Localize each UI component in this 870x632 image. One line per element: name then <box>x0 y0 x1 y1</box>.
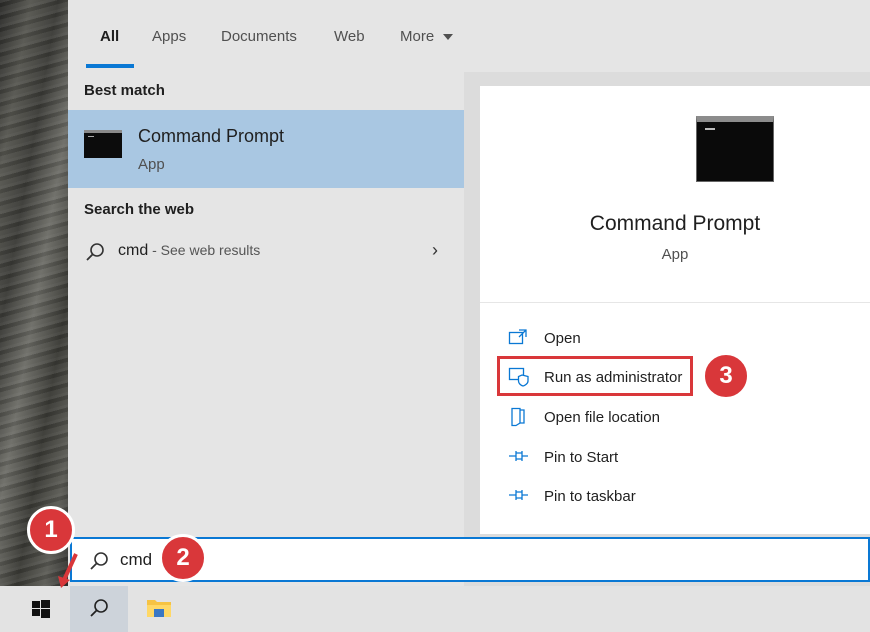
tab-more[interactable]: More <box>400 28 454 45</box>
action-pin-to-taskbar-label: Pin to taskbar <box>544 488 636 505</box>
web-result-row[interactable]: cmd - See web results › <box>68 232 464 274</box>
action-open[interactable]: Open <box>508 324 708 354</box>
best-match-result[interactable]: Command Prompt App <box>68 110 464 188</box>
file-explorer-button[interactable] <box>128 586 186 632</box>
results-list: Best match Command Prompt App Search the… <box>68 72 464 586</box>
active-tab-indicator <box>86 64 134 68</box>
best-match-subtitle: App <box>138 156 165 173</box>
search-icon <box>90 552 108 570</box>
step-3-badge: 3 <box>702 352 750 400</box>
tab-documents[interactable]: Documents <box>221 28 297 45</box>
preview-divider <box>480 302 870 303</box>
action-pin-to-taskbar[interactable]: Pin to taskbar <box>508 482 708 512</box>
command-prompt-icon <box>84 130 122 158</box>
web-result-query: cmd <box>118 242 149 259</box>
command-prompt-large-icon <box>696 116 774 182</box>
step-1-badge: 1 <box>27 506 75 554</box>
desktop-wallpaper <box>0 0 68 586</box>
preview-title: Command Prompt <box>589 212 761 235</box>
taskbar <box>0 586 870 632</box>
taskbar-search-button[interactable] <box>70 586 128 632</box>
run-as-administrator-highlight <box>497 356 693 396</box>
tab-web[interactable]: Web <box>334 28 365 45</box>
pin-icon <box>509 451 528 461</box>
pin-icon <box>509 490 528 500</box>
action-open-label: Open <box>544 330 581 347</box>
tab-apps[interactable]: Apps <box>152 28 186 45</box>
search-filter-tabs: All Apps Documents Web More <box>68 0 870 72</box>
preview-subtitle: App <box>661 246 689 263</box>
best-match-title: Command Prompt <box>138 126 285 146</box>
start-search-panel: All Apps Documents Web More Best match C… <box>68 0 870 586</box>
action-pin-to-start[interactable]: Pin to Start <box>508 443 708 473</box>
tab-all[interactable]: All <box>100 28 119 45</box>
action-pin-to-start-label: Pin to Start <box>544 449 619 466</box>
action-open-file-location-label: Open file location <box>544 409 660 426</box>
start-button[interactable] <box>12 586 70 632</box>
action-open-file-location[interactable]: Open file location <box>508 403 708 433</box>
web-result-text: cmd - See web results <box>118 242 260 260</box>
search-web-heading: Search the web <box>84 201 195 218</box>
file-location-icon <box>511 407 525 427</box>
tab-more-label: More <box>400 28 435 45</box>
web-result-suffix: - See web results <box>148 242 261 258</box>
caret-down-icon <box>443 34 454 40</box>
search-icon <box>86 243 104 261</box>
file-explorer-icon <box>147 600 171 617</box>
search-icon <box>90 599 108 617</box>
windows-start-icon <box>32 600 50 618</box>
preview-pane: Command Prompt App Open Run as administr… <box>480 86 870 534</box>
step-1-arrow <box>58 553 78 588</box>
step-2-badge: 2 <box>159 534 207 582</box>
search-input-value: cmd <box>120 550 153 569</box>
open-icon <box>508 329 527 345</box>
best-match-heading: Best match <box>84 82 165 99</box>
chevron-right-icon[interactable]: › <box>432 240 438 261</box>
